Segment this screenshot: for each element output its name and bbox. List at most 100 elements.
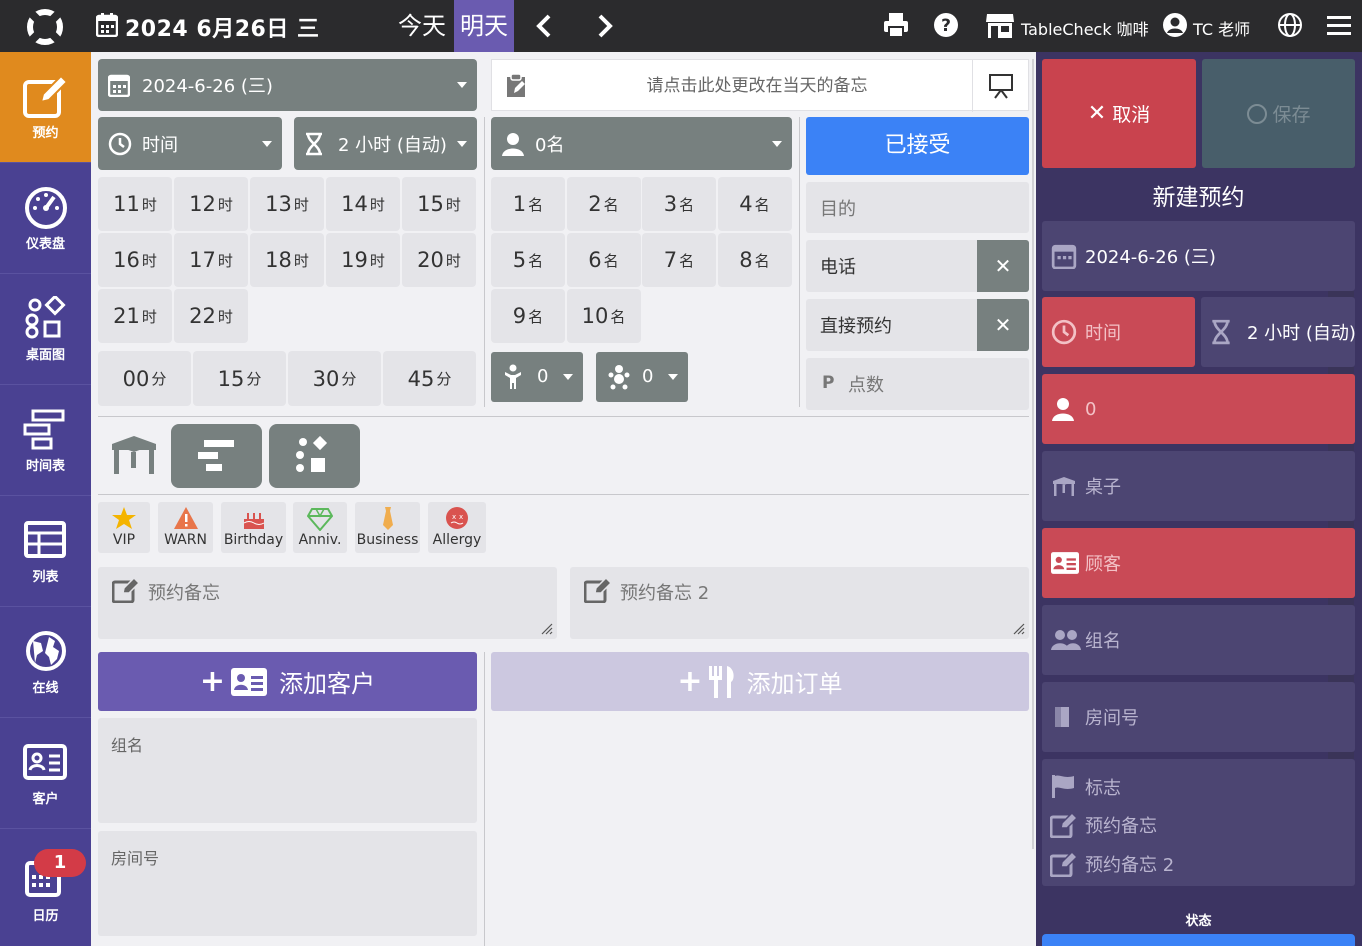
hour-button[interactable]: 13 时 [250,177,324,231]
hour-button[interactable]: 15 时 [402,177,476,231]
add-customer-button[interactable]: + 添加客户 [98,652,477,711]
today-button[interactable]: 今天 [390,0,454,52]
party-size-button[interactable]: 3名 [642,177,716,231]
close-icon[interactable]: ✕ [977,240,1029,292]
summary-date[interactable]: 2024-6-26 (三) [1042,221,1355,291]
summary-table[interactable]: 桌子 [1042,451,1355,521]
app-logo-icon[interactable] [24,6,66,48]
tag-vip[interactable]: VIP [98,502,150,553]
party-size-button[interactable]: 4名 [717,177,792,231]
group-name-field[interactable]: 组名 [98,718,477,823]
status-bar[interactable] [1042,934,1355,946]
print-icon[interactable] [883,12,909,38]
hour-button[interactable]: 18 时 [250,233,324,287]
party-size-button[interactable]: 9名 [491,289,565,343]
summary-room[interactable]: 房间号 [1042,682,1355,752]
hour-button[interactable]: 14 时 [326,177,400,231]
party-size-button[interactable]: 10 名 [566,289,641,343]
nav-item-dashboard[interactable]: 仪表盘 [0,163,91,274]
babies-select[interactable]: 0 [596,352,688,402]
nav-item-online[interactable]: 在线 [0,607,91,718]
party-size-button[interactable]: 1名 [491,177,565,231]
close-icon[interactable]: ✕ [977,299,1029,351]
tomorrow-button[interactable]: 明天 [454,0,514,52]
hour-button[interactable]: 22 时 [174,289,248,343]
notification-badge[interactable]: 1 [34,849,86,877]
summary-time[interactable]: 时间 [1042,297,1195,367]
next-day-icon[interactable] [590,12,618,40]
party-size-button[interactable]: 7名 [642,233,716,287]
party-size-button[interactable]: 6名 [566,233,641,287]
points-field[interactable]: P 点数 [806,358,1029,410]
hour-button[interactable]: 16 时 [98,233,172,287]
nav-item-customers[interactable]: 客户 [0,718,91,829]
minute-button[interactable]: 30 分 [288,351,381,406]
nav-item-floorplan[interactable]: 桌面图 [0,274,91,385]
date-select[interactable]: 2024-6-26 (三) [98,59,477,111]
hour-button[interactable]: 21 时 [98,289,172,343]
hour-button[interactable]: 12 时 [174,177,248,231]
help-icon[interactable]: ? [933,12,959,38]
tag-allergy[interactable]: x x Allergy [428,502,486,553]
tag-business[interactable]: Business [355,502,420,553]
minute-button[interactable]: 15 分 [193,351,286,406]
resize-grip-icon[interactable] [541,623,553,635]
previous-day-icon[interactable] [531,12,559,40]
children-select[interactable]: 0 [491,352,583,402]
user-name[interactable]: TC 老师 [1193,16,1250,40]
summary-group[interactable]: 组名 [1042,605,1355,675]
daily-memo-bar[interactable]: 请点击此处更改在当天的备忘 [491,59,1029,112]
purpose-field[interactable]: 目的 [806,182,1029,233]
table-view-icon[interactable] [108,432,160,476]
nav-item-reservation[interactable]: 预约 [0,52,91,163]
phone-source-field[interactable]: 电话 ✕ [806,240,1029,292]
minute-button[interactable]: 00 分 [98,351,191,406]
summary-note-1[interactable]: 预约备忘 [1042,807,1355,841]
divider [98,416,1029,417]
summary-flag[interactable]: 标志 [1042,769,1355,803]
nav-label: 桌面图 [25,348,65,363]
minute-unit: 分 [436,370,452,388]
current-date-title[interactable]: 2024 6月26日 三 [125,11,319,43]
save-button[interactable]: 保存 [1202,59,1355,168]
presentation-button[interactable] [972,60,1028,112]
reservation-note-2[interactable]: 预约备忘 2 [570,567,1029,639]
language-globe-icon[interactable] [1277,12,1303,38]
minute-button[interactable]: 45 分 [383,351,476,406]
resize-grip-icon[interactable] [1013,623,1025,635]
store-name[interactable]: TableCheck 咖啡 [1021,16,1149,40]
summary-note-2[interactable]: 预约备忘 2 [1042,846,1355,880]
party-size-select[interactable]: 0名 [491,117,792,170]
summary-customer[interactable]: 顾客 [1042,528,1355,598]
hour-button[interactable]: 19 时 [326,233,400,287]
time-value: 时间 [142,134,178,156]
party-size-button[interactable]: 5名 [491,233,565,287]
summary-party-size[interactable]: 0 [1042,374,1355,444]
cancel-button[interactable]: ✕ 取消 [1042,59,1196,168]
status-accepted-button[interactable]: 已接受 [806,117,1029,175]
duration-select[interactable]: 2 小时 (自动) [294,117,477,170]
floorplan-view-button[interactable] [269,424,360,488]
nav-item-list[interactable]: 列表 [0,496,91,607]
edit-icon [112,577,140,603]
direct-reservation-field[interactable]: 直接预约 ✕ [806,299,1029,351]
minute-unit: 分 [341,370,357,388]
tag-birthday[interactable]: Birthday [221,502,286,553]
nav-item-calendar[interactable]: 1 日历 [0,829,91,940]
room-number-field[interactable]: 房间号 [98,831,477,936]
time-select[interactable]: 时间 [98,117,282,170]
timeline-view-button[interactable] [171,424,262,488]
menu-icon[interactable] [1327,12,1351,38]
scrollbar[interactable] [1032,59,1034,849]
hour-button[interactable]: 20 时 [402,233,476,287]
add-order-button[interactable]: + 添加订单 [491,652,1029,711]
tag-anniv[interactable]: Anniv. [293,502,347,553]
summary-duration[interactable]: 2 小时 (自动) [1201,297,1355,367]
nav-item-timeline[interactable]: 时间表 [0,385,91,496]
reservation-note-1[interactable]: 预约备忘 [98,567,557,639]
party-size-button[interactable]: 2名 [566,177,641,231]
hour-button[interactable]: 11 时 [98,177,172,231]
hour-button[interactable]: 17 时 [174,233,248,287]
party-size-button[interactable]: 8名 [717,233,792,287]
tag-warn[interactable]: WARN [158,502,213,553]
